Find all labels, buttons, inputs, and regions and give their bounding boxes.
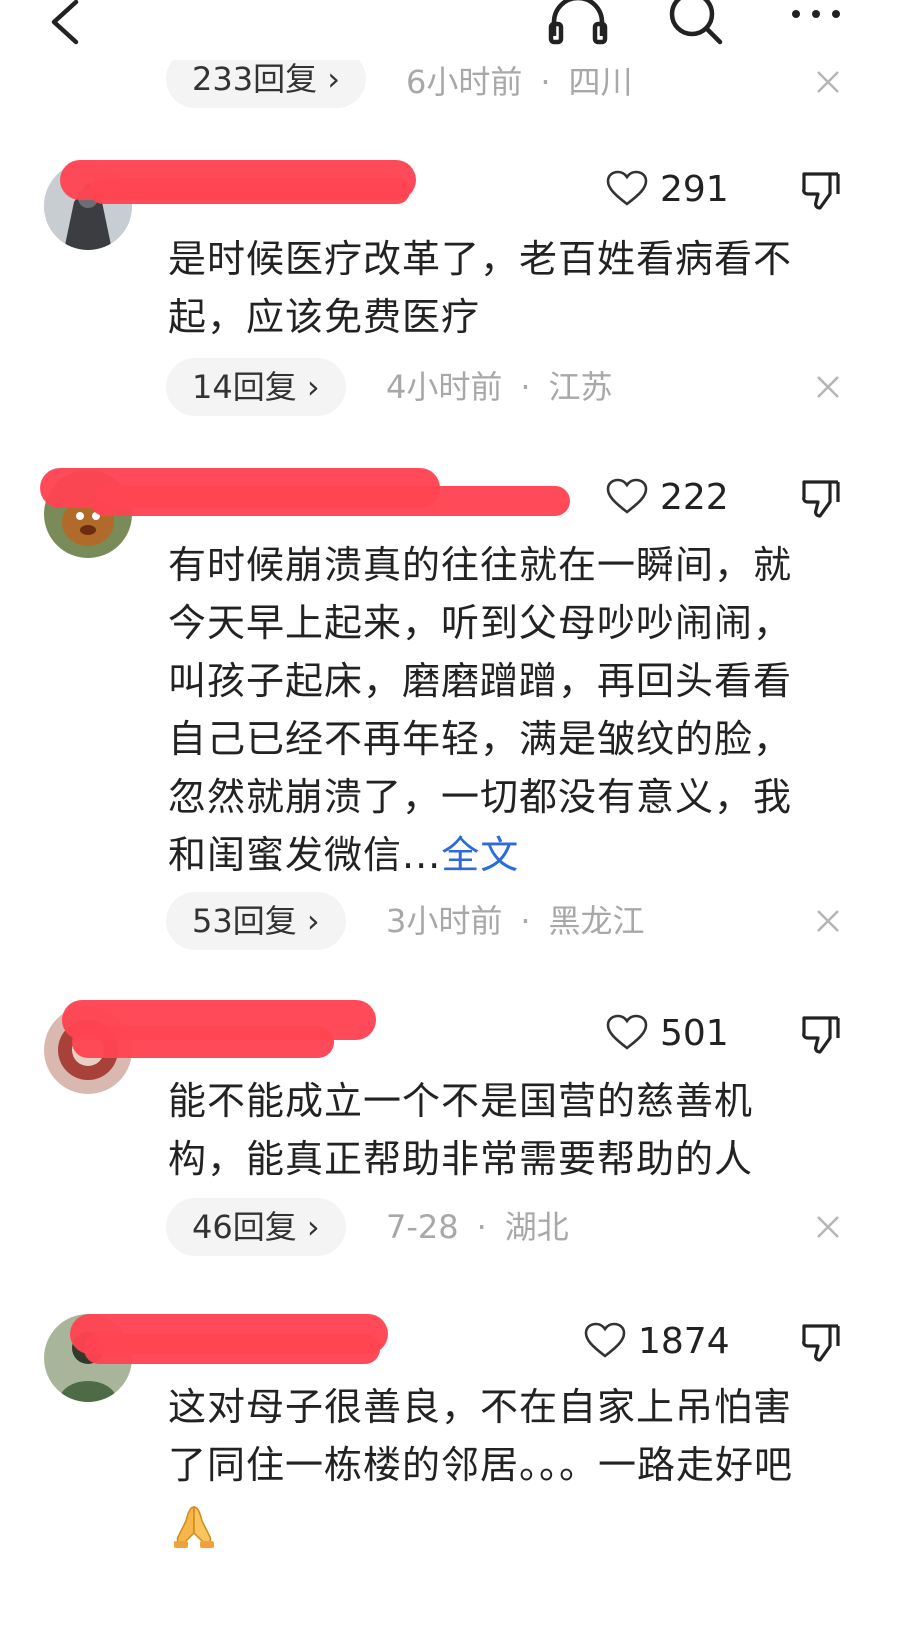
heart-icon bbox=[606, 478, 648, 514]
dislike-icon[interactable] bbox=[800, 1322, 842, 1364]
comment-text[interactable]: 是时候医疗改革了，老百姓看病看不起，应该免费医疗 bbox=[168, 230, 818, 346]
redacted-username bbox=[84, 1334, 380, 1364]
back-icon[interactable] bbox=[44, 0, 84, 50]
like-count: 291 bbox=[660, 169, 729, 210]
comment-meta: 7-28 · 湖北 bbox=[386, 1208, 569, 1246]
comment-text[interactable]: 这对母子很善良，不在自家上吊怕害了同住一栋楼的邻居。。。一路走好吧 bbox=[168, 1378, 818, 1552]
comment-location: 湖北 bbox=[504, 1208, 569, 1246]
comment-meta: 4小时前 · 江苏 bbox=[386, 368, 613, 406]
comment-location: 黑龙江 bbox=[548, 902, 645, 940]
comment-time: 3小时前 bbox=[386, 902, 503, 940]
search-icon[interactable] bbox=[666, 0, 726, 46]
heart-icon bbox=[606, 170, 648, 206]
redacted-username bbox=[90, 486, 570, 516]
replies-pill[interactable]: 53回复 › bbox=[166, 892, 346, 950]
comment-body: 这对母子很善良，不在自家上吊怕害了同住一栋楼的邻居。。。一路走好吧 bbox=[168, 1385, 794, 1487]
close-icon[interactable] bbox=[816, 375, 840, 399]
redacted-username bbox=[72, 1026, 334, 1058]
comment-time: 4小时前 bbox=[386, 368, 503, 406]
more-icon[interactable] bbox=[788, 0, 848, 40]
like-button[interactable]: 1874 bbox=[584, 1320, 730, 1364]
replies-pill[interactable]: 46回复 › bbox=[166, 1198, 346, 1256]
like-button[interactable]: 222 bbox=[606, 476, 729, 520]
comment-time: 7-28 bbox=[386, 1208, 459, 1246]
comment-location: 四川 bbox=[568, 63, 633, 101]
heart-icon bbox=[584, 1322, 626, 1358]
comment-meta: 6小时前 · 四川 bbox=[406, 63, 633, 101]
like-count: 1874 bbox=[638, 1321, 730, 1362]
headphones-icon[interactable] bbox=[548, 0, 608, 46]
close-icon[interactable] bbox=[816, 1215, 840, 1239]
expand-link[interactable]: 全文 bbox=[441, 833, 519, 877]
comment-body: 有时候崩溃真的往往就在一瞬间，就今天早上起来，听到父母吵吵闹闹，叫孩子起床，磨磨… bbox=[168, 543, 793, 877]
replies-pill[interactable]: 233回复 › bbox=[166, 60, 367, 108]
praying-hands-icon bbox=[174, 1505, 214, 1548]
redacted-username bbox=[90, 178, 410, 204]
like-button[interactable]: 501 bbox=[606, 1012, 729, 1056]
previous-comment-meta: 233回复 › 6小时前 · 四川 bbox=[0, 60, 916, 110]
dislike-icon[interactable] bbox=[800, 170, 842, 212]
close-icon[interactable] bbox=[816, 909, 840, 933]
comment-location: 江苏 bbox=[548, 368, 613, 406]
close-icon[interactable] bbox=[816, 70, 840, 94]
heart-icon bbox=[606, 1014, 648, 1050]
dislike-icon[interactable] bbox=[800, 1014, 842, 1056]
like-count: 222 bbox=[660, 477, 729, 518]
replies-pill[interactable]: 14回复 › bbox=[166, 358, 346, 416]
dislike-icon[interactable] bbox=[800, 478, 842, 520]
comment-time: 6小时前 bbox=[406, 63, 523, 101]
comment-text[interactable]: 有时候崩溃真的往往就在一瞬间，就今天早上起来，听到父母吵吵闹闹，叫孩子起床，磨磨… bbox=[168, 536, 818, 884]
like-button[interactable]: 291 bbox=[606, 168, 729, 212]
like-count: 501 bbox=[660, 1013, 729, 1054]
comment-meta: 3小时前 · 黑龙江 bbox=[386, 902, 645, 940]
comment-text[interactable]: 能不能成立一个不是国营的慈善机构，能真正帮助非常需要帮助的人 bbox=[168, 1072, 818, 1188]
